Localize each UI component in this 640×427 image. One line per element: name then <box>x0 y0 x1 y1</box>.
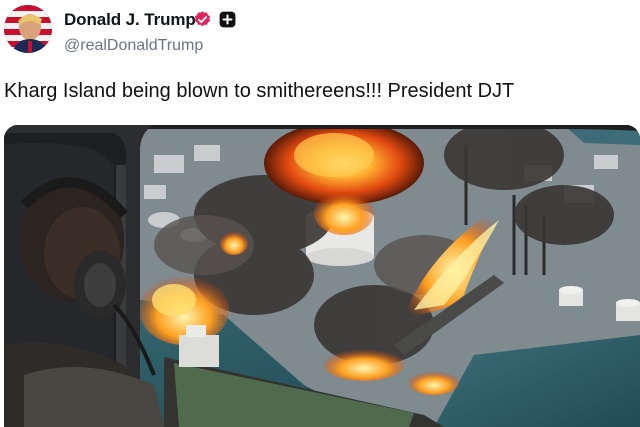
post-text: Kharg Island being blown to smithereens!… <box>4 80 515 102</box>
verified-badge-icon <box>194 11 211 27</box>
post-media-image[interactable] <box>4 125 640 427</box>
avatar[interactable] <box>4 5 52 53</box>
author-display-name[interactable]: Donald J. Trump <box>64 10 196 30</box>
avatar-image <box>4 5 52 53</box>
post-card: Donald J. Trump @realDonaldTrump Kharg I… <box>0 0 640 427</box>
plus-box-icon[interactable] <box>218 10 237 29</box>
explosion-scene-illustration <box>4 125 640 427</box>
author-handle[interactable]: @realDonaldTrump <box>64 37 203 55</box>
